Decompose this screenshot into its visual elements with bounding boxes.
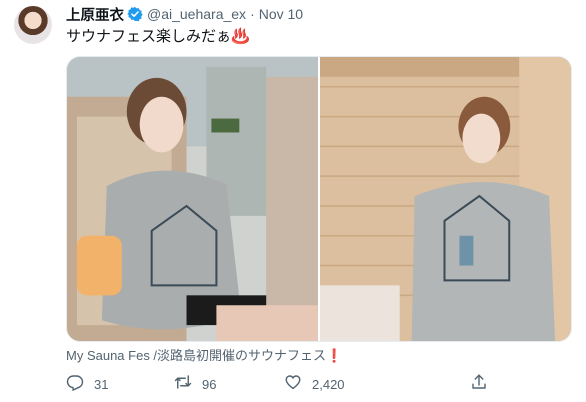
card-caption[interactable]: My Sauna Fes /淡路島初開催のサウナフェス❗	[66, 345, 342, 364]
reply-button[interactable]: 31	[66, 374, 108, 394]
avatar[interactable]	[14, 6, 52, 44]
retweet-count: 96	[202, 376, 217, 392]
tweet-header: 上原亜衣 @ai_uehara_ex · Nov 10	[66, 4, 303, 25]
photo-lounge-chair[interactable]	[67, 57, 318, 341]
action-bar: 31 96 2,420	[66, 374, 572, 394]
photo-sauna-room[interactable]	[320, 57, 571, 341]
verified-badge-icon	[127, 6, 143, 22]
timestamp[interactable]: Nov 10	[259, 6, 303, 22]
reply-count: 31	[94, 376, 109, 392]
tweet: 上原亜衣 @ai_uehara_ex · Nov 10 サウナフェス楽しみだぁ♨…	[0, 0, 586, 402]
heart-icon	[284, 373, 302, 396]
share-icon	[470, 373, 488, 396]
exclamation-icon: ❗	[326, 348, 343, 363]
card-caption-text: My Sauna Fes /淡路島初開催のサウナフェス	[66, 348, 327, 363]
like-button[interactable]: 2,420	[284, 374, 345, 394]
separator-dot: ·	[250, 6, 255, 22]
handle[interactable]: @ai_uehara_ex	[147, 6, 246, 22]
display-name[interactable]: 上原亜衣	[66, 4, 124, 25]
like-count: 2,420	[312, 376, 345, 392]
reply-icon	[66, 373, 84, 396]
retweet-icon	[174, 373, 192, 396]
tweet-text: サウナフェス楽しみだぁ♨️	[66, 28, 250, 45]
share-button[interactable]	[470, 374, 488, 394]
retweet-button[interactable]: 96	[174, 374, 216, 394]
media-grid	[66, 56, 572, 342]
